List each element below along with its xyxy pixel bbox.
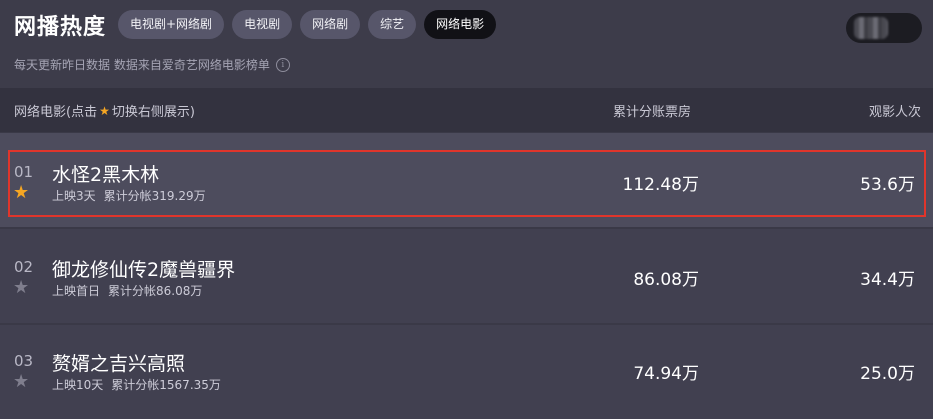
column-header-name-prefix: 网络电影(点击 [14,105,98,120]
info-icon[interactable]: i [275,57,290,72]
rank-number: 03 [14,352,34,370]
table-row[interactable]: 03 ★ 赘婿之吉兴高照 上映10天 累计分帐1567.35万 74.94万 25… [0,325,933,419]
header: 网播热度 电视剧+网络剧 电视剧 网络剧 综艺 网络电影 每天更新昨日数据 数据… [0,0,933,88]
avatar-blurred-image [854,17,888,39]
box-office-value: 86.08万 [633,270,699,290]
tab-tv-and-web-drama[interactable]: 电视剧+网络剧 [118,10,225,39]
viewers-value: 25.0万 [860,364,915,384]
subtitle: 每天更新昨日数据 数据来自爱奇艺网络电影榜单 i [14,56,290,73]
movie-meta: 上映10天 累计分帐1567.35万 [52,376,221,393]
subtitle-text: 每天更新昨日数据 数据来自爱奇艺网络电影榜单 [14,58,270,72]
rank-number: 02 [14,258,34,276]
box-office-value: 74.94万 [633,364,699,384]
star-icon: ★ [99,103,110,118]
column-header-viewers: 观影人次 [868,105,921,120]
table-header: 网络电影(点击 ★ 切换右侧展示) 累计分账票房 观影人次 [0,88,933,132]
page-title: 网播热度 [14,15,107,40]
column-header-name: 网络电影(点击 ★ 切换右侧展示) [14,101,195,121]
movie-title[interactable]: 御龙修仙传2魔兽疆界 [52,255,235,282]
category-tabs: 电视剧+网络剧 电视剧 网络剧 综艺 网络电影 [118,10,497,39]
star-icon[interactable]: ★ [13,371,29,392]
selection-highlight [8,150,926,217]
release-days: 上映10天 [52,378,104,392]
tab-web-movie[interactable]: 网络电影 [424,10,497,39]
viewers-value: 34.4万 [860,270,915,290]
table-row[interactable]: 02 ★ 御龙修仙传2魔兽疆界 上映首日 累计分帐86.08万 86.08万 34… [0,229,933,323]
cumulative-share: 累计分帐1567.35万 [111,378,221,392]
release-days: 上映首日 [52,284,101,298]
column-header-name-suffix: 切换右侧展示) [111,105,195,120]
tab-web-drama[interactable]: 网络剧 [300,10,361,39]
star-icon[interactable]: ★ [13,277,29,298]
tab-variety[interactable]: 综艺 [368,10,417,39]
column-header-box-office: 累计分账票房 [613,105,692,120]
cumulative-share: 累计分帐86.08万 [108,284,203,298]
movie-title[interactable]: 赘婿之吉兴高照 [52,349,185,376]
movie-meta: 上映首日 累计分帐86.08万 [52,282,202,299]
avatar[interactable] [846,13,922,43]
tab-tv-drama[interactable]: 电视剧 [232,10,293,39]
